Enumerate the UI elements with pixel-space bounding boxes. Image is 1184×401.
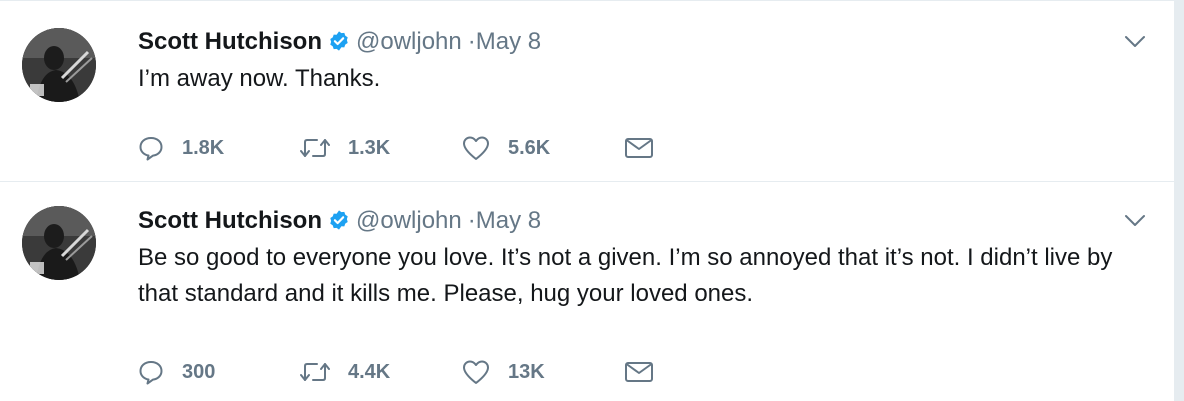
tweet-content: Scott Hutchison @owljohn ·May 8 I’m away n…	[138, 25, 1154, 161]
tweet-date[interactable]: May 8	[476, 28, 541, 55]
retweet-button[interactable]: 4.4K	[300, 354, 462, 390]
author-handle[interactable]: @owljohn	[356, 207, 462, 234]
tweet[interactable]: Scott Hutchison @owljohn ·May 8 Be so good…	[0, 182, 1174, 401]
chevron-down-icon[interactable]	[1124, 35, 1146, 54]
tweet-text: I’m away now. Thanks.	[138, 65, 381, 92]
tweet-header: Scott Hutchison @owljohn ·May 8	[138, 25, 1154, 59]
tweet-text: Be so good to everyone you love. It’s no…	[138, 244, 1113, 307]
tweet-actions: 300 4.4K 13K	[138, 354, 786, 390]
chevron-down-icon[interactable]	[1124, 214, 1146, 233]
retweet-count: 4.4K	[348, 360, 391, 383]
reply-count: 300	[182, 360, 216, 383]
tweet-header: Scott Hutchison @owljohn ·May 8	[138, 204, 1154, 238]
like-count: 5.6K	[508, 136, 551, 159]
separator-dot: ·	[467, 207, 476, 234]
tweet-actions: 1.8K 1.3K 5.6K	[138, 130, 786, 166]
retweet-button[interactable]: 1.3K	[300, 130, 462, 166]
like-count: 13K	[508, 360, 545, 383]
author-handle[interactable]: @owljohn	[356, 28, 462, 55]
retweet-icon	[300, 136, 330, 160]
direct-message-button[interactable]	[624, 354, 786, 390]
tweet-date[interactable]: May 8	[476, 207, 541, 234]
author-name[interactable]: Scott Hutchison	[138, 28, 322, 55]
retweet-icon	[300, 360, 330, 384]
reply-button[interactable]: 300	[138, 354, 300, 390]
retweet-count: 1.3K	[348, 136, 391, 159]
like-button[interactable]: 13K	[462, 354, 624, 390]
envelope-icon	[624, 360, 654, 384]
reply-icon	[138, 359, 164, 385]
reply-button[interactable]: 1.8K	[138, 130, 300, 166]
heart-icon	[462, 135, 490, 161]
avatar[interactable]	[22, 28, 96, 102]
tweet[interactable]: Scott Hutchison @owljohn ·May 8 I’m away n…	[0, 1, 1174, 182]
separator-dot: ·	[467, 28, 476, 55]
envelope-icon	[624, 136, 654, 160]
direct-message-button[interactable]	[624, 130, 786, 166]
reply-count: 1.8K	[182, 136, 225, 159]
like-button[interactable]: 5.6K	[462, 130, 624, 166]
avatar[interactable]	[22, 206, 96, 280]
verified-badge-icon	[328, 28, 350, 62]
timeline: Scott Hutchison @owljohn ·May 8 I’m away n…	[0, 0, 1174, 401]
author-name[interactable]: Scott Hutchison	[138, 207, 322, 234]
heart-icon	[462, 359, 490, 385]
tweet-content: Scott Hutchison @owljohn ·May 8 Be so good…	[138, 204, 1154, 385]
verified-badge-icon	[328, 207, 350, 241]
reply-icon	[138, 135, 164, 161]
